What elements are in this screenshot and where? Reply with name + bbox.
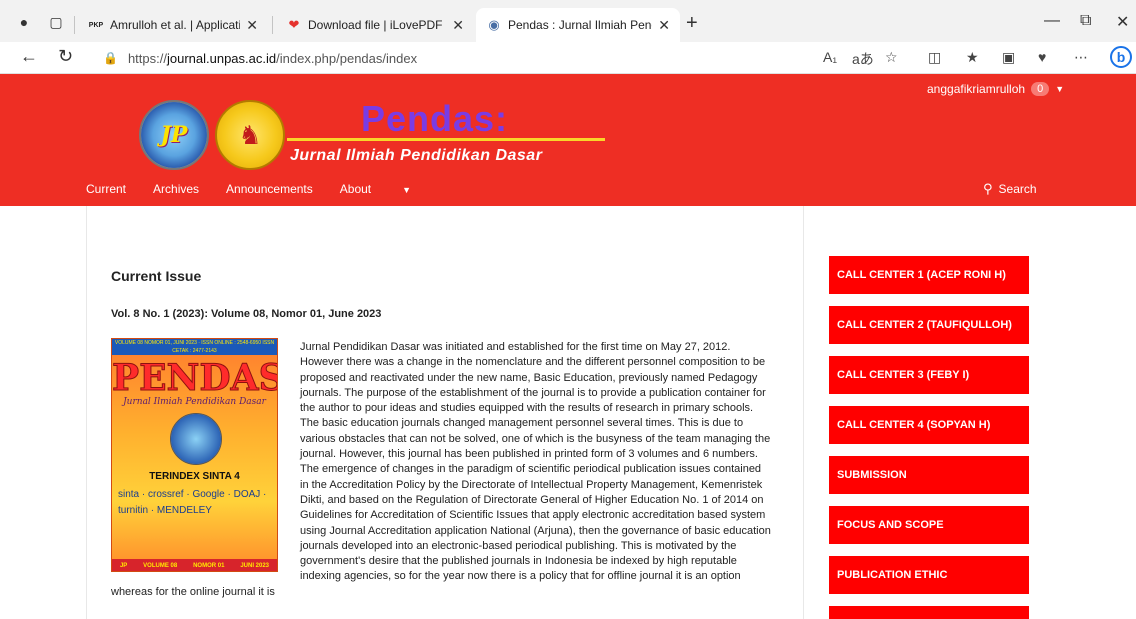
bing-copilot-icon[interactable]: b [1110,46,1132,68]
more-options-icon[interactable]: ⋯ [1074,49,1088,66]
url-scheme: https:// [127,50,167,66]
username: anggafikriamrulloh [927,82,1026,96]
split-screen-icon[interactable]: ◫ [928,49,941,66]
new-tab-icon[interactable]: + [686,12,698,35]
tab-title: Pendas : Jurnal Ilmiah Pendidikan [508,18,652,32]
publication-ethic-button[interactable]: PUBLICATION ETHIC [829,556,1029,594]
chevron-down-icon: ▼ [1055,84,1065,94]
translate-icon[interactable]: aあ [852,49,874,69]
browser-tab-strip: ● ▢ PKP Amrulloh et al. | Application of… [0,0,1136,42]
cover-subtitle: Jurnal Ilmiah Pendidikan Dasar [123,397,266,407]
pkp-favicon-icon: PKP [88,21,104,29]
close-tab-icon[interactable]: ✕ [452,17,464,34]
tab-divider [272,16,273,34]
tab-amrulloh[interactable]: PKP Amrulloh et al. | Application of th … [78,8,268,42]
submission-button[interactable]: SUBMISSION [829,456,1029,494]
nav-current[interactable]: Current [86,182,126,196]
nav-about-label: About [339,182,372,196]
nav-about[interactable]: About ▼ [340,182,438,196]
tab-pendas[interactable]: ◉ Pendas : Jurnal Ilmiah Pendidikan ✕ [476,8,680,42]
globe-icon: ◉ [488,17,500,32]
call-center-2-button[interactable]: CALL CENTER 2 (TAUFIQULLOH) [829,306,1029,344]
favorites-list-icon[interactable]: ★ [966,49,979,66]
browser-essentials-icon[interactable]: ♥ [1038,49,1046,65]
favorite-star-icon[interactable]: ☆ [885,49,898,66]
nav-announcements[interactable]: Announcements [226,182,313,196]
brand-title[interactable]: Pendas: [361,98,508,140]
tab-ilovepdf[interactable]: ❤ Download file | iLovePDF ✕ [276,8,474,42]
user-menu[interactable]: anggafikriamrulloh 0 ▼ [927,82,1064,96]
tab-divider [74,16,75,34]
search-label: Search [998,182,1037,196]
brand-subtitle: Jurnal Ilmiah Pendidikan Dasar [290,147,543,164]
main-nav: Current Archives Announcements About ▼ [86,182,465,196]
cover-footer-item: VOLUME 08 [143,563,178,569]
profile-icon[interactable]: ● [16,14,32,30]
read-aloud-icon[interactable]: A₁ [823,49,837,65]
refresh-icon[interactable]: ↻ [58,46,73,67]
cover-indexers: sinta · crossref · Google · DOAJ · turni… [118,489,267,516]
back-arrow-icon[interactable]: ← [20,46,38,67]
search-link[interactable]: ⚲ Search [983,181,1037,197]
issue-cover-image[interactable]: VOLUME 08 NOMOR 01, JUNI 2023 · ISSN ONL… [111,338,278,572]
restore-icon[interactable]: ⧉ [1080,12,1091,30]
address-bar-row: ← ↻ 🔒 https://journal.unpas.ac.id/index.… [0,42,1136,74]
nav-archives[interactable]: Archives [153,182,199,196]
address-bar[interactable]: 🔒 https://journal.unpas.ac.id/index.php/… [103,47,803,69]
lock-icon[interactable]: 🔒 [103,51,118,65]
site-header: anggafikriamrulloh 0 ▼ JP ♞ Pendas: Jurn… [0,74,1136,206]
tab-actions-icon[interactable]: ▢ [48,14,64,30]
close-window-icon[interactable]: ✕ [1116,12,1129,32]
section-title: Current Issue [111,268,202,284]
call-center-3-button[interactable]: CALL CENTER 3 (FEBY I) [829,356,1029,394]
jp-journal-logo[interactable]: JP [139,100,209,170]
cover-sinta: TERINDEX SINTA 4 [149,471,240,482]
issue-title[interactable]: Vol. 8 No. 1 (2023): Volume 08, Nomor 01… [111,308,381,320]
heart-icon: ❤ [288,17,300,32]
url-host: journal.unpas.ac.id [166,50,277,66]
cover-footer-item: NOMOR 01 [193,563,225,569]
cover-emblem [170,413,222,465]
cover-footer-item: JUNI 2023 [240,563,269,569]
focus-and-scope-button[interactable]: FOCUS AND SCOPE [829,506,1029,544]
pasundan-university-logo[interactable]: ♞ [215,100,285,170]
search-icon: ⚲ [983,181,993,196]
minimize-icon[interactable]: — [1044,12,1060,30]
sidebar-button-partial[interactable] [829,606,1029,619]
tab-title: Amrulloh et al. | Application of th [110,18,240,32]
notification-badge: 0 [1031,82,1050,96]
url-path: /index.php/pendas/index [276,50,418,66]
tab-title: Download file | iLovePDF [308,18,443,32]
chevron-down-icon: ▼ [402,185,412,195]
collections-icon[interactable]: ▣ [1002,49,1015,66]
close-tab-icon[interactable]: ✕ [658,17,670,34]
call-center-4-button[interactable]: CALL CENTER 4 (SOPYAN H) [829,406,1029,444]
call-center-1-button[interactable]: CALL CENTER 1 (ACEP RONI H) [829,256,1029,294]
cover-band: VOLUME 08 NOMOR 01, JUNI 2023 · ISSN ONL… [112,339,277,355]
brand-divider [287,138,605,141]
cover-footer: JP VOLUME 08 NOMOR 01 JUNI 2023 [112,559,277,571]
cover-title: PENDAS [112,357,278,400]
close-tab-icon[interactable]: ✕ [246,17,258,34]
cover-footer-item: JP [119,563,128,569]
